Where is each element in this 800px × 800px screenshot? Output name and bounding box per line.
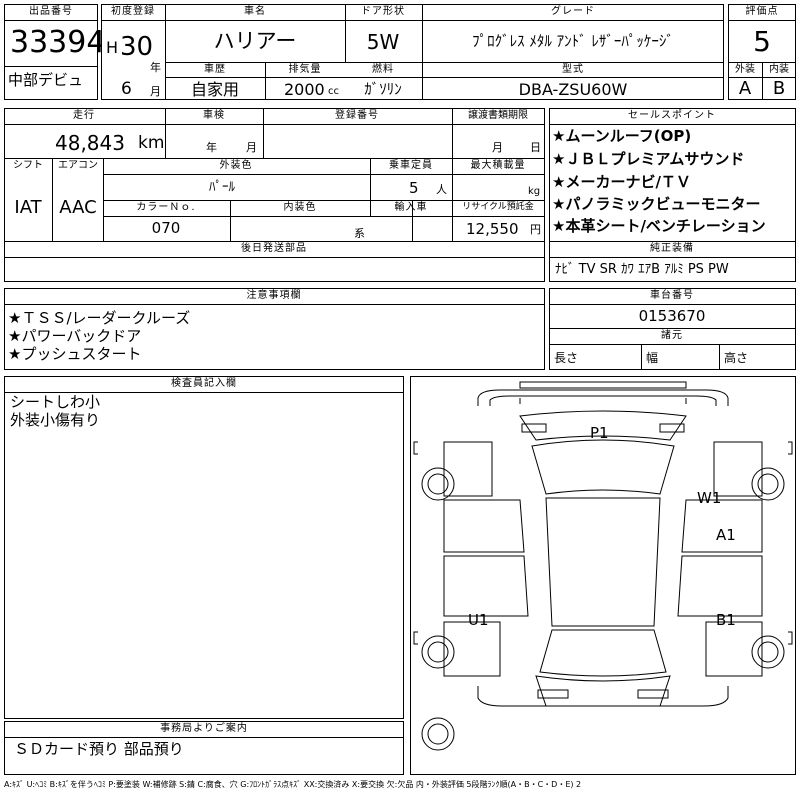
model-code: DBA-ZSU60W [518, 80, 628, 99]
transfer-label: 譲渡書類期限 [468, 110, 528, 121]
fuel: ｶﾞｿﾘﾝ [364, 80, 402, 98]
history: 自家用 [190, 80, 240, 99]
chassis-label: 車台番号 [650, 290, 694, 301]
transfer-day-unit: 日 [530, 141, 541, 154]
score: 5 [753, 25, 771, 58]
shift: IAT [14, 197, 42, 218]
load-label: 最大積載量 [470, 160, 526, 171]
note-3: ★プッシュスタート [8, 345, 142, 363]
first-reg-month: 6 [121, 79, 132, 99]
damage-mark-b1: B1 [716, 611, 736, 629]
color-no-label: カラーＮｏ. [136, 202, 196, 213]
month-unit: 月 [150, 85, 161, 98]
capacity: 5 [409, 179, 419, 197]
mileage: 48,843 [55, 131, 125, 155]
width-label: 幅 [646, 351, 659, 365]
damage-mark-w1: W1 [697, 489, 722, 507]
mileage-label: 走行 [73, 110, 95, 121]
office-label: 事務局よりご案内 [160, 723, 248, 734]
history-label: 車歴 [204, 64, 226, 75]
ext-color-label: 外装色 [219, 160, 253, 171]
ext-color: ﾊﾟｰﾙ [209, 180, 235, 195]
fuel-label: 燃料 [372, 64, 394, 75]
year-unit: 年 [150, 61, 161, 74]
equipment-label: 純正装備 [650, 243, 694, 254]
height-label: 高さ [724, 351, 749, 365]
inspector-line-1: シートしわ小 [10, 393, 101, 411]
sales-point-5: ★本革シート/ベンチレーション [552, 217, 766, 235]
note-1: ★ＴＳＳ/レーダークルーズ [8, 309, 191, 327]
shift-label: シフト [13, 160, 43, 171]
sales-point-4: ★パノラミックビューモニター [552, 195, 761, 213]
ext-grade-label: 外装 [735, 64, 755, 75]
capacity-unit: 人 [436, 183, 447, 196]
damage-mark-u1: U1 [468, 611, 489, 629]
inspector-label: 検査員記入欄 [171, 378, 237, 389]
displacement-label: 排気量 [288, 64, 322, 75]
int-color-label: 内装色 [283, 202, 317, 213]
office-text: ＳＤカード預り 部品預り [14, 740, 184, 758]
mileage-unit: km [138, 133, 165, 153]
first-reg-label: 初度登録 [111, 6, 155, 17]
int-color-unit: 系 [354, 227, 365, 240]
damage-mark-p1: P1 [590, 424, 609, 442]
damage-mark-a1: A1 [716, 526, 736, 544]
insp-month-unit: 月 [246, 141, 257, 154]
later-parts-label: 後日発送部品 [241, 243, 307, 254]
venue-name: 中部デビュ [8, 71, 84, 89]
notes-label: 注意事項欄 [246, 290, 302, 301]
transfer-month-unit: 月 [492, 141, 503, 154]
lot-number: 33394 [10, 25, 106, 60]
import-label: 輸入車 [394, 202, 428, 213]
recycle-label: リサイクル預託金 [462, 202, 534, 212]
int-grade: B [772, 78, 786, 99]
inspection-label: 車検 [203, 110, 225, 121]
equipment: ﾅﾋﾞ TV SR ｶﾜ ｴｱB ｱﾙﾐ PS PW [555, 262, 729, 277]
sales-point-2: ★ＪＢＬプレミアムサウンド [552, 150, 745, 168]
sales-label: セールスポイント [628, 110, 716, 121]
sales-point-3: ★メーカーナビ/ＴＶ [552, 173, 691, 191]
first-reg-era: H [106, 38, 119, 57]
ext-grade: A [738, 78, 752, 99]
sales-point-1: ★ムーンルーフ(OP) [552, 127, 692, 145]
score-label: 評価点 [745, 6, 779, 17]
dims-label: 諸元 [661, 330, 683, 341]
displacement-unit: cc [328, 86, 339, 97]
int-grade-label: 内装 [769, 64, 789, 75]
car-name: ハリアー [213, 29, 297, 53]
chassis-number: 0153670 [638, 307, 706, 325]
ac-label: エアコン [58, 160, 98, 171]
insp-year-unit: 年 [206, 141, 217, 154]
door-type: 5W [366, 30, 400, 54]
recycle-unit: 円 [530, 223, 541, 236]
door-label: ドア形状 [361, 6, 405, 17]
grade-label: グレード [551, 6, 595, 17]
capacity-label: 乗車定員 [389, 160, 433, 171]
legend: A:ｷｽﾞ U:ﾍｺﾐ B:ｷｽﾞを伴うﾍｺﾐ P:要塗装 W:補修跡 S:錆 … [4, 780, 582, 789]
inspector-line-2: 外装小傷有り [10, 411, 101, 429]
grade: ﾌﾟﾛｸﾞﾚｽ ﾒﾀﾙ ｱﾝﾄﾞ ﾚｻﾞｰﾊﾟｯｹｰｼﾞ [472, 32, 674, 50]
displacement: 2000 [284, 80, 325, 99]
reg-no-label: 登録番号 [335, 110, 379, 121]
recycle-amount: 12,550 [466, 220, 519, 238]
lot-label: 出品番号 [29, 6, 73, 17]
model-label: 型式 [562, 64, 584, 75]
color-no: 070 [151, 219, 181, 237]
first-reg-year: 30 [120, 32, 154, 62]
length-label: 長さ [554, 351, 579, 365]
ac: AAC [59, 197, 97, 218]
car-name-label: 車名 [244, 6, 266, 17]
load-unit: kg [528, 186, 541, 197]
note-2: ★パワーバックドア [8, 327, 142, 345]
